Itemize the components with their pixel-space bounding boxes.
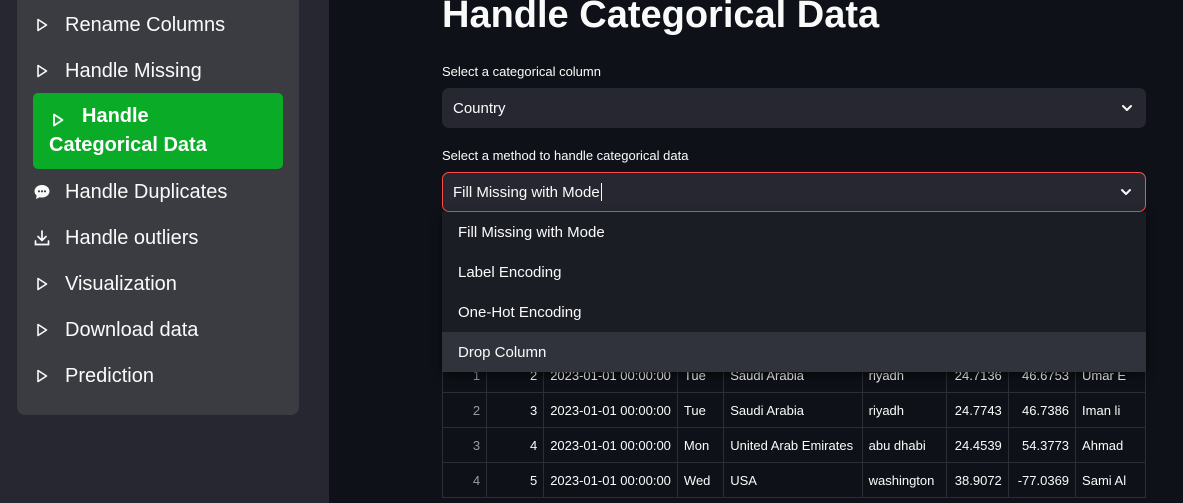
table-cell: Iman li	[1075, 392, 1146, 428]
table-cell: Sami Al	[1075, 462, 1146, 498]
table-cell: riyadh	[861, 392, 948, 428]
column-select-label: Select a categorical column	[442, 64, 601, 79]
method-select-value: Fill Missing with Mode	[453, 183, 600, 201]
column-select[interactable]: Country	[442, 88, 1146, 128]
table-cell: 46.7386	[1007, 392, 1077, 428]
table-cell: 2	[442, 392, 488, 428]
data-table-grid: 1 2 2023-01-01 00:00:00 Tue Saudi Arabia…	[442, 357, 1146, 498]
sidebar-item-label: Handle outliers	[65, 226, 199, 249]
table-cell: Mon	[676, 427, 725, 463]
method-select[interactable]: Fill Missing with Mode	[442, 172, 1146, 212]
sidebar-item-label-line2: Categorical Data	[49, 134, 207, 156]
sidebar-item-label: Handle Duplicates	[65, 180, 228, 203]
play-icon	[33, 62, 51, 80]
table-cell: -77.0369	[1007, 462, 1077, 498]
sidebar-item-download-data[interactable]: Download data	[33, 315, 283, 345]
method-select-label: Select a method to handle categorical da…	[442, 148, 689, 163]
table-row: 2 3 2023-01-01 00:00:00 Tue Saudi Arabia…	[442, 392, 1146, 428]
table-row: 3 4 2023-01-01 00:00:00 Mon United Arab …	[442, 427, 1146, 463]
method-dropdown-list: Fill Missing with Mode Label Encoding On…	[442, 212, 1146, 372]
table-cell: United Arab Emirates	[723, 427, 863, 463]
sidebar: Rename Columns Handle Missing Handle Cat…	[0, 0, 329, 503]
sidebar-item-handle-outliers[interactable]: Handle outliers	[33, 223, 283, 253]
play-icon	[33, 16, 51, 34]
sidebar-menu: Rename Columns Handle Missing Handle Cat…	[17, 0, 299, 415]
table-cell: 5	[486, 462, 545, 498]
sidebar-item-rename-columns[interactable]: Rename Columns	[33, 10, 283, 40]
table-cell: abu dhabi	[861, 427, 948, 463]
sidebar-item-label: Download data	[65, 318, 199, 341]
page-title: Handle Categorical Data	[442, 0, 880, 36]
chat-bubble-icon	[33, 183, 51, 201]
table-cell: USA	[723, 462, 863, 498]
table-cell: 24.7743	[946, 392, 1009, 428]
table-cell: 54.3773	[1007, 427, 1077, 463]
data-table[interactable]: 1 2 2023-01-01 00:00:00 Tue Saudi Arabia…	[442, 357, 1146, 503]
play-icon	[33, 321, 51, 339]
table-cell: 2023-01-01 00:00:00	[543, 427, 678, 463]
table-cell: 4	[486, 427, 545, 463]
sidebar-item-handle-duplicates[interactable]: Handle Duplicates	[33, 177, 283, 207]
table-cell: washington	[861, 462, 948, 498]
play-icon	[33, 275, 51, 293]
dropdown-option-one-hot-encoding[interactable]: One-Hot Encoding	[442, 292, 1146, 332]
sidebar-item-label: Prediction	[65, 364, 154, 387]
table-cell: 3	[442, 427, 488, 463]
table-cell: 3	[486, 392, 545, 428]
text-caret	[600, 183, 602, 201]
sidebar-item-label: Handle Missing	[65, 59, 202, 82]
table-cell: Ahmad	[1075, 427, 1146, 463]
sidebar-item-label: Handle Categorical Data	[49, 102, 207, 160]
table-cell: 2023-01-01 00:00:00	[543, 462, 678, 498]
dropdown-option-drop-column[interactable]: Drop Column	[442, 332, 1146, 372]
table-cell: Tue	[676, 392, 725, 428]
dropdown-option-label-encoding[interactable]: Label Encoding	[442, 252, 1146, 292]
table-cell: 2023-01-01 00:00:00	[543, 392, 678, 428]
table-cell: 38.9072	[946, 462, 1009, 498]
sidebar-item-label-line1: Handle	[82, 105, 149, 127]
sidebar-item-visualization[interactable]: Visualization	[33, 269, 283, 299]
sidebar-item-prediction[interactable]: Prediction	[33, 361, 283, 391]
table-cell: 4	[442, 462, 488, 498]
chevron-down-icon	[1120, 101, 1134, 115]
sidebar-item-handle-missing[interactable]: Handle Missing	[33, 56, 283, 86]
column-select-value: Country	[453, 99, 506, 117]
chevron-down-icon	[1119, 185, 1133, 199]
table-cell: Wed	[676, 462, 725, 498]
sidebar-item-handle-categorical-data[interactable]: Handle Categorical Data	[33, 93, 283, 169]
table-cell: 24.4539	[946, 427, 1009, 463]
main-content: Handle Categorical Data Select a categor…	[329, 0, 1183, 503]
table-cell: Saudi Arabia	[723, 392, 863, 428]
download-icon	[33, 229, 51, 247]
sidebar-item-label: Visualization	[65, 272, 177, 295]
table-row: 4 5 2023-01-01 00:00:00 Wed USA washingt…	[442, 462, 1146, 498]
dropdown-option-fill-missing-with-mode[interactable]: Fill Missing with Mode	[442, 212, 1146, 252]
sidebar-item-label: Rename Columns	[65, 13, 226, 36]
play-icon	[33, 367, 51, 385]
